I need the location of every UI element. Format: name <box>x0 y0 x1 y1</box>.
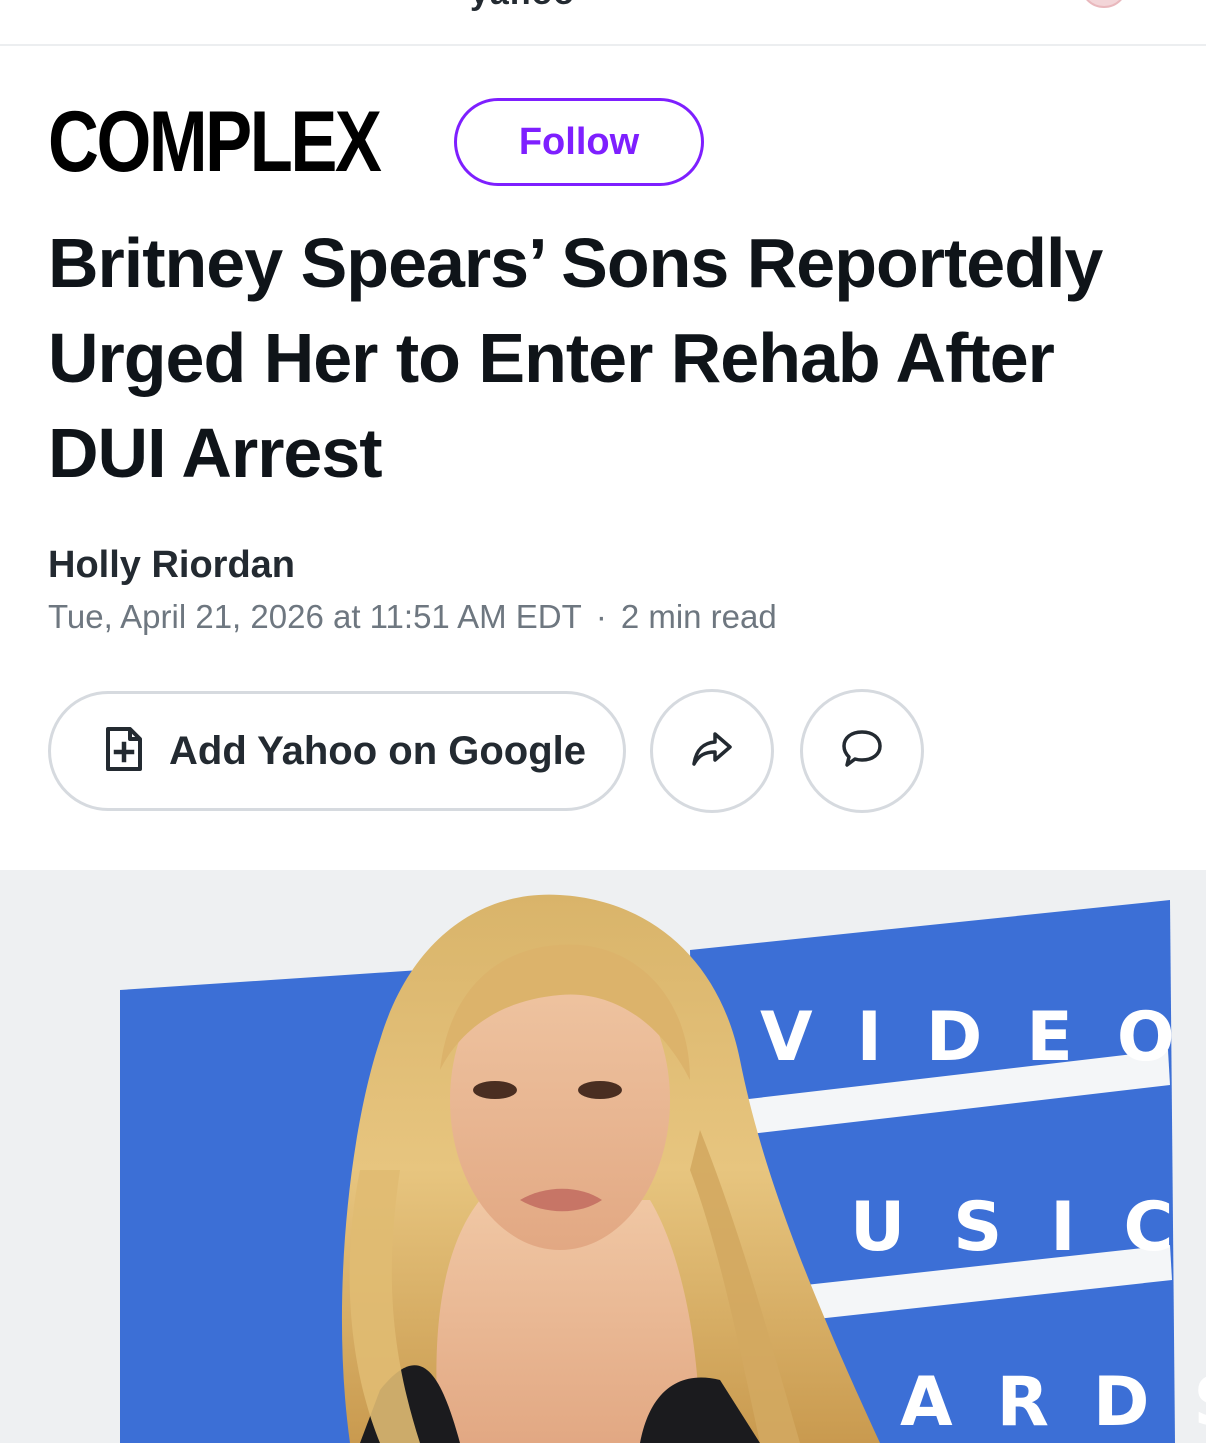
publisher-row: COMPLEX Follow <box>48 96 704 188</box>
read-time: 2 min read <box>620 598 777 635</box>
backdrop-text-awards: ARDS <box>900 1363 1206 1442</box>
backdrop-text-music: USIC <box>850 1188 1206 1267</box>
hero-photo-illustration: VIDEO USIC ARDS <box>0 870 1206 1443</box>
article-actions: Add Yahoo on Google <box>48 689 924 813</box>
comment-bubble-icon <box>840 728 884 775</box>
document-plus-icon <box>105 726 143 777</box>
share-arrow-icon <box>691 731 733 772</box>
follow-button[interactable]: Follow <box>454 98 704 186</box>
article-meta: Tue, April 21, 2026 at 11:51 AM EDT · 2 mi… <box>48 598 777 636</box>
meta-separator: · <box>595 598 607 635</box>
site-title-cropped: yahoo <box>470 0 575 13</box>
add-yahoo-label: Add Yahoo on Google <box>169 728 587 773</box>
author-name[interactable]: Holly Riordan <box>48 544 295 587</box>
backdrop-text-video: VIDEO <box>760 998 1206 1077</box>
share-button[interactable] <box>650 689 774 813</box>
hero-image: VIDEO USIC ARDS <box>0 870 1206 1443</box>
comments-button[interactable] <box>800 689 924 813</box>
publish-date: Tue, April 21, 2026 at 11:51 AM EDT <box>48 598 582 635</box>
article-headline: Britney Spears’ Sons Reportedly Urged He… <box>48 224 1103 492</box>
avatar-icon[interactable] <box>1080 0 1128 8</box>
top-navigation-bar: yahoo <box>0 0 1206 46</box>
publisher-logo[interactable]: COMPLEX <box>48 99 382 185</box>
add-yahoo-on-google-button[interactable]: Add Yahoo on Google <box>48 691 626 811</box>
